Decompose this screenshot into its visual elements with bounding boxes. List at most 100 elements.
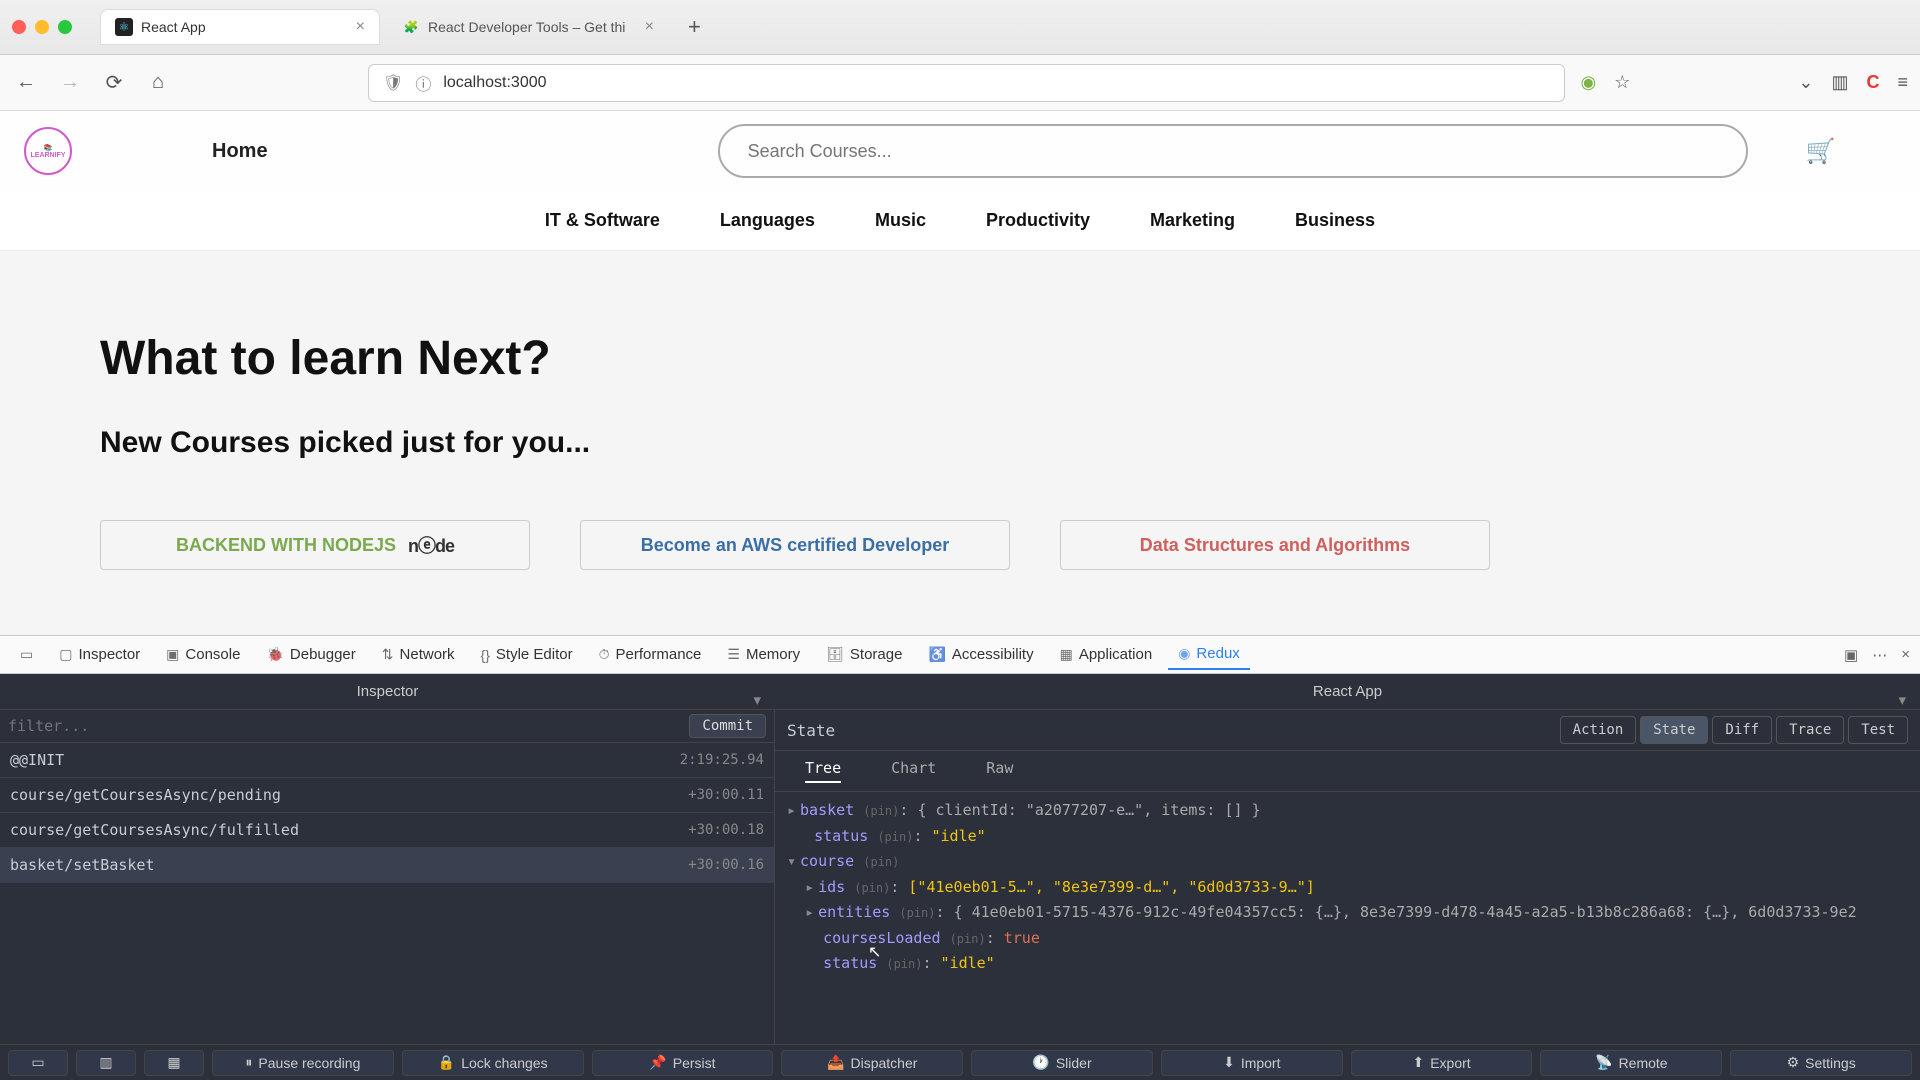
clock-icon: 🕐 — [1032, 1054, 1049, 1071]
react-favicon-icon: ⚛ — [115, 18, 133, 36]
course-title: Data Structures and Algorithms — [1140, 535, 1410, 556]
course-card[interactable]: BACKEND WITH NODEJS nⓔde — [100, 520, 530, 570]
lock-changes-button[interactable]: 🔒Lock changes — [402, 1050, 584, 1076]
state-tree[interactable]: ▸basket (pin): { clientId: "a2077207-e…"… — [775, 792, 1920, 1044]
action-tab-button[interactable]: Action — [1560, 716, 1637, 744]
test-tab-button[interactable]: Test — [1848, 716, 1908, 744]
info-icon: ⓘ — [415, 71, 431, 95]
filter-input[interactable] — [8, 717, 689, 735]
devtools-tab-style[interactable]: {}Style Editor — [471, 640, 583, 669]
maximize-window-icon[interactable] — [58, 20, 72, 34]
close-tab-icon[interactable]: × — [645, 18, 654, 36]
state-tab-button[interactable]: State — [1640, 716, 1708, 744]
reader-icon[interactable]: ▥ — [1831, 72, 1848, 93]
minimize-window-icon[interactable] — [35, 20, 49, 34]
dock-icon[interactable]: ▣ — [1844, 646, 1858, 664]
category-link[interactable]: IT & Software — [545, 210, 660, 231]
window-controls — [12, 20, 72, 34]
logo[interactable]: 📚 LEARNIFY — [24, 127, 72, 175]
more-icon[interactable]: ⋯ — [1872, 646, 1887, 664]
close-tab-icon[interactable]: × — [356, 18, 365, 36]
action-row[interactable]: course/getCoursesAsync/pending +30:00.11 — [0, 778, 774, 813]
browser-tab-active[interactable]: ⚛ React App × — [100, 9, 380, 45]
lock-icon: 🔒 — [438, 1054, 455, 1071]
page-title: What to learn Next? — [100, 331, 1820, 386]
devtools-tab-inspector[interactable]: ▢Inspector — [49, 640, 150, 669]
devtools-tab-application[interactable]: ▦Application — [1050, 640, 1163, 669]
close-window-icon[interactable] — [12, 20, 26, 34]
browser-tab[interactable]: 🧩 React Developer Tools – Get thi × — [388, 9, 668, 45]
remote-button[interactable]: 📡Remote — [1540, 1050, 1722, 1076]
dispatcher-button[interactable]: 📤Dispatcher — [781, 1050, 963, 1076]
close-devtools-icon[interactable]: × — [1901, 646, 1910, 664]
layout-icon[interactable]: ▥ — [76, 1050, 136, 1076]
devtools-tab-redux[interactable]: ◉Redux — [1168, 639, 1250, 670]
cart-icon[interactable]: 🛒 — [1806, 137, 1836, 166]
address-bar[interactable]: 🛡 ⓘ localhost:3000 — [368, 64, 1565, 102]
search-input[interactable] — [748, 141, 1718, 162]
slider-button[interactable]: 🕐Slider — [971, 1050, 1153, 1076]
dispatch-icon: 📤 — [827, 1054, 844, 1071]
action-row[interactable]: course/getCoursesAsync/fulfilled +30:00.… — [0, 813, 774, 848]
view-tabs: Tree Chart Raw — [775, 751, 1920, 792]
category-link[interactable]: Productivity — [986, 210, 1090, 231]
course-title: Become an AWS certified Developer — [641, 535, 949, 556]
layout-icon[interactable]: ▦ — [144, 1050, 204, 1076]
extension-icon[interactable]: ◉ — [1581, 72, 1597, 93]
chevron-down-icon: ▾ — [753, 691, 761, 709]
new-tab-button[interactable]: + — [676, 14, 713, 40]
devtools-tab-network[interactable]: ⇅Network — [372, 640, 465, 669]
settings-button[interactable]: ⚙Settings — [1730, 1050, 1912, 1076]
course-card[interactable]: Become an AWS certified Developer — [580, 520, 1010, 570]
chart-view-tab[interactable]: Chart — [891, 759, 936, 783]
chevron-down-icon: ▾ — [1898, 691, 1906, 709]
category-link[interactable]: Music — [875, 210, 926, 231]
import-button[interactable]: ⬇Import — [1161, 1050, 1343, 1076]
reload-button[interactable]: ⟳ — [100, 70, 128, 95]
devtools-tab-performance[interactable]: ⏱Performance — [589, 640, 712, 669]
inspector-dropdown[interactable]: Inspector▾ — [0, 683, 775, 700]
instance-dropdown[interactable]: React App▾ — [775, 683, 1920, 700]
course-card[interactable]: Data Structures and Algorithms — [1060, 520, 1490, 570]
pocket-icon[interactable]: ⌄ — [1798, 72, 1813, 93]
commit-button[interactable]: Commit — [689, 714, 766, 738]
devtools-tab-storage[interactable]: 🗄Storage — [816, 640, 912, 669]
category-link[interactable]: Languages — [720, 210, 815, 231]
menu-icon[interactable]: ≡ — [1897, 72, 1908, 93]
bookmark-icon[interactable]: ☆ — [1614, 72, 1630, 93]
devtools-tab-console[interactable]: ▣Console — [156, 640, 250, 669]
category-link[interactable]: Business — [1295, 210, 1375, 231]
search-box[interactable] — [718, 124, 1748, 178]
back-button[interactable]: ← — [12, 71, 40, 94]
home-link[interactable]: Home — [212, 140, 268, 163]
layout-icon[interactable]: ▭ — [8, 1050, 68, 1076]
state-title: State — [787, 721, 835, 740]
devtools-tab-accessibility[interactable]: ♿Accessibility — [918, 640, 1043, 669]
category-link[interactable]: Marketing — [1150, 210, 1235, 231]
toolbar-right: ◉ ☆ ⌄ ▥ C ≡ — [1581, 72, 1908, 93]
upload-icon: ⬆ — [1412, 1054, 1424, 1071]
state-buttons: Action State Diff Trace Test — [1560, 716, 1908, 744]
state-pane: State Action State Diff Trace Test Tree … — [775, 710, 1920, 1044]
tree-view-tab[interactable]: Tree — [805, 759, 841, 783]
pause-recording-button[interactable]: ⏸Pause recording — [212, 1050, 394, 1076]
action-row[interactable]: @@INIT 2:19:25.94 — [0, 743, 774, 778]
devtools-picker-icon[interactable]: ▭ — [10, 640, 43, 669]
persist-button[interactable]: 📌Persist — [592, 1050, 774, 1076]
export-button[interactable]: ⬆Export — [1351, 1050, 1533, 1076]
home-button[interactable]: ⌂ — [144, 71, 172, 94]
logo-icon: 📚 — [44, 144, 53, 152]
diff-tab-button[interactable]: Diff — [1712, 716, 1772, 744]
extension-c-icon[interactable]: C — [1866, 72, 1879, 93]
download-icon: ⬇ — [1223, 1054, 1235, 1071]
actions-pane: Commit @@INIT 2:19:25.94 course/getCours… — [0, 710, 775, 1044]
raw-view-tab[interactable]: Raw — [986, 759, 1013, 783]
trace-tab-button[interactable]: Trace — [1776, 716, 1844, 744]
action-row-selected[interactable]: basket/setBasket +30:00.16 — [0, 848, 774, 883]
pin-icon: 📌 — [649, 1054, 666, 1071]
forward-button[interactable]: → — [56, 71, 84, 94]
section-title: New Courses picked just for you... — [100, 426, 1820, 460]
devtools-tab-debugger[interactable]: 🐞Debugger — [256, 640, 365, 669]
site-header: 📚 LEARNIFY Home 🛒 — [0, 111, 1920, 191]
devtools-tab-memory[interactable]: ☰Memory — [717, 640, 810, 669]
